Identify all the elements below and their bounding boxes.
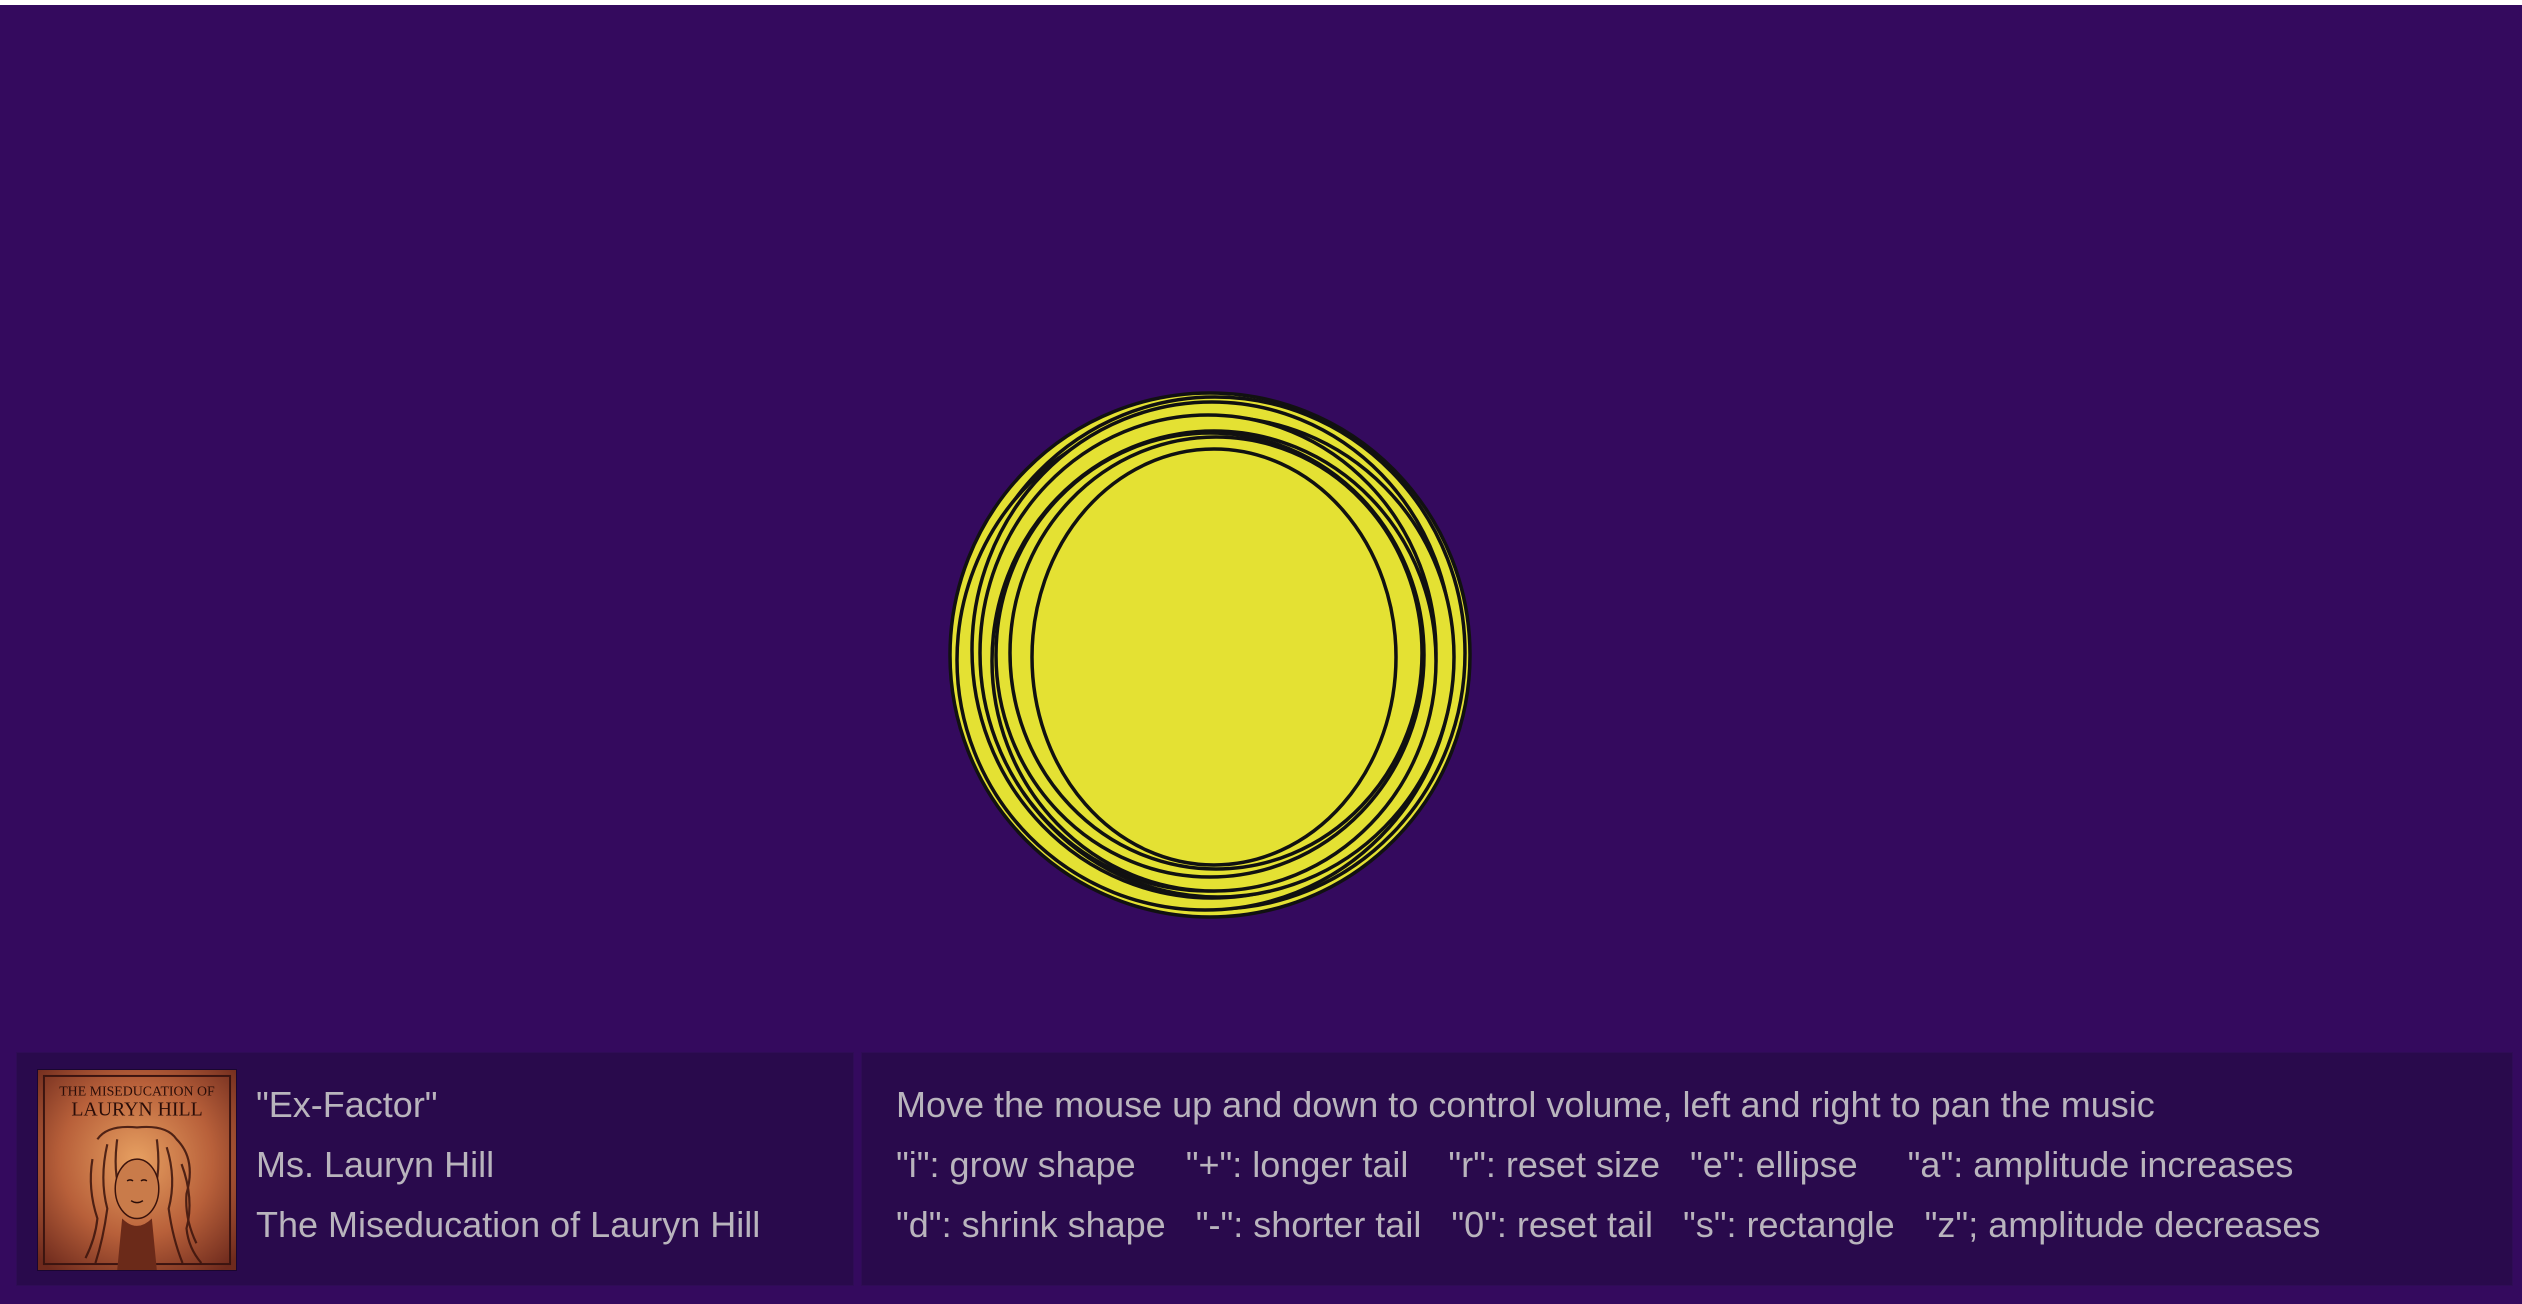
app-stage[interactable]: THE MISEDUCATION OF LAURYN HILL "Ex-Fact… — [0, 5, 2522, 1304]
album-cover-image: THE MISEDUCATION OF LAURYN HILL — [38, 1070, 236, 1270]
visualizer-canvas[interactable] — [0, 5, 2522, 1045]
bottom-bar: THE MISEDUCATION OF LAURYN HILL "Ex-Fact… — [0, 1048, 2522, 1288]
help-keys-row-2: "d": shrink shape "-": shorter tail "0":… — [896, 1204, 2321, 1245]
track-artist: Ms. Lauryn Hill — [256, 1144, 495, 1185]
help-keys-row-1: "i": grow shape "+": longer tail "r": re… — [896, 1144, 2294, 1185]
help-intro: Move the mouse up and down to control vo… — [896, 1084, 2155, 1125]
shape-ring — [1030, 447, 1398, 867]
album-cover-line1: THE MISEDUCATION OF — [59, 1084, 215, 1099]
track-album: The Miseducation of Lauryn Hill — [256, 1204, 761, 1245]
album-art: THE MISEDUCATION OF LAURYN HILL — [37, 1069, 237, 1271]
album-cover-line2: LAURYN HILL — [71, 1099, 202, 1121]
controls-help-panel: Move the mouse up and down to control vo… — [861, 1052, 2513, 1286]
audio-shape — [948, 391, 1472, 919]
now-playing-panel: THE MISEDUCATION OF LAURYN HILL "Ex-Fact… — [16, 1052, 854, 1286]
track-title: "Ex-Factor" — [256, 1084, 438, 1125]
